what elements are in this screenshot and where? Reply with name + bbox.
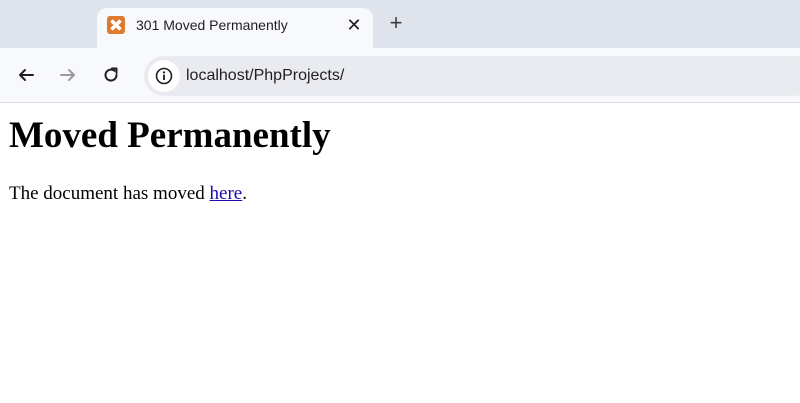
reload-button[interactable] <box>100 64 122 86</box>
xampp-logo-icon <box>107 16 125 34</box>
reload-icon <box>104 67 118 82</box>
arrow-left-icon <box>19 69 34 81</box>
paragraph-period: . <box>242 183 247 204</box>
new-tab-button[interactable]: + <box>385 12 407 34</box>
page-content: Moved Permanently The document has moved… <box>0 104 800 403</box>
tab-strip: 301 Moved Permanently ✕ + <box>0 0 800 48</box>
tab-active[interactable]: 301 Moved Permanently ✕ <box>97 8 373 48</box>
back-button[interactable] <box>15 64 37 86</box>
paragraph-text: The document has moved <box>9 183 210 204</box>
site-info-button[interactable] <box>148 60 180 92</box>
page-heading: Moved Permanently <box>9 115 331 156</box>
page-paragraph: The document has moved here. <box>9 183 247 205</box>
address-bar[interactable]: localhost/PhpProjects/ <box>144 56 800 96</box>
browser-toolbar: localhost/PhpProjects/ <box>0 48 800 103</box>
info-icon <box>155 67 173 85</box>
tab-close-icon[interactable]: ✕ <box>345 16 363 34</box>
here-link[interactable]: here <box>210 183 243 204</box>
url-text[interactable]: localhost/PhpProjects/ <box>186 66 344 86</box>
tab-title: 301 Moved Permanently <box>136 17 288 33</box>
forward-button[interactable] <box>57 64 79 86</box>
arrow-right-icon <box>60 69 75 81</box>
